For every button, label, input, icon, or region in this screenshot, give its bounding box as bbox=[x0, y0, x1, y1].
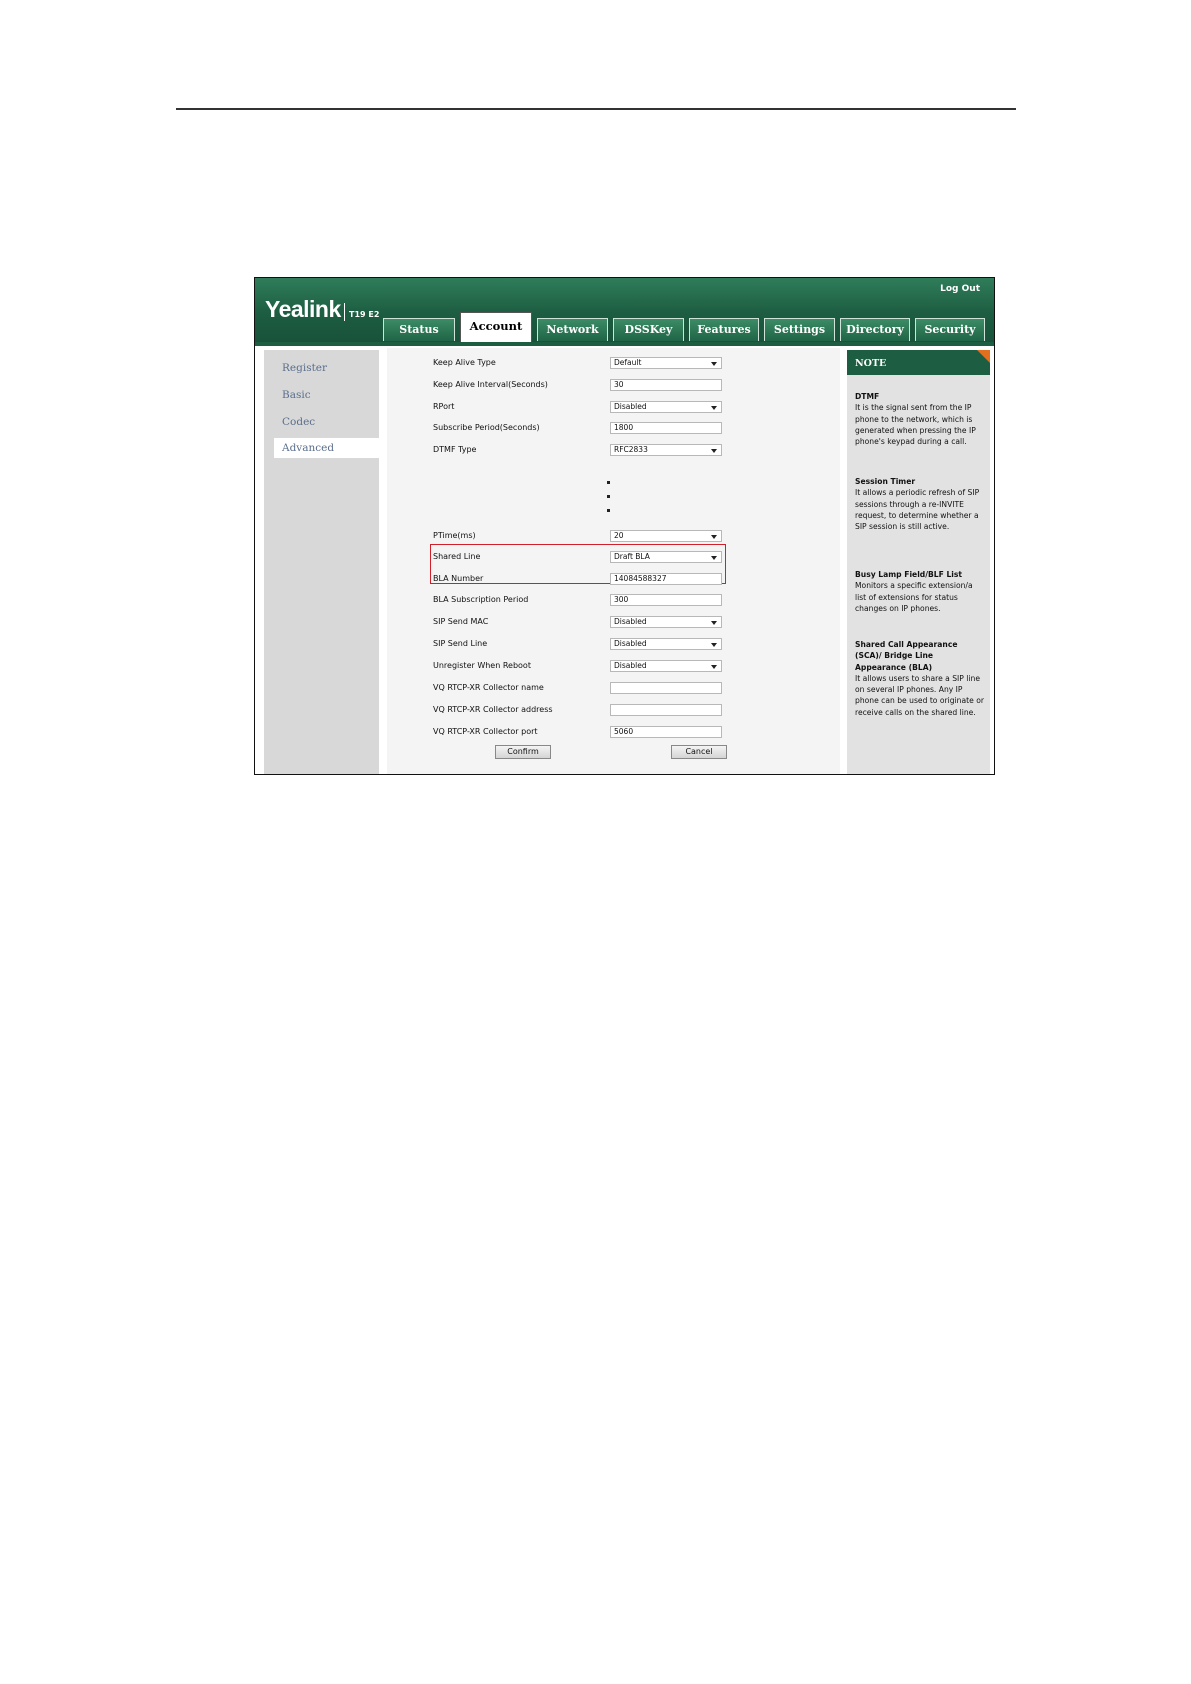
label-shared-line: Shared Line bbox=[433, 552, 481, 561]
bla-subscription-period-input[interactable]: 300 bbox=[610, 594, 722, 606]
vq-collector-address-input[interactable] bbox=[610, 704, 722, 716]
yealink-logo: Yealink bbox=[265, 296, 341, 322]
note-title: Session Timer bbox=[855, 477, 916, 486]
cancel-button[interactable]: Cancel bbox=[671, 745, 727, 759]
sidebar-item-basic[interactable]: Basic bbox=[282, 389, 311, 401]
label-sip-send-mac: SIP Send MAC bbox=[433, 617, 489, 626]
tab-features[interactable]: Features bbox=[689, 318, 759, 341]
logo-separator bbox=[344, 303, 345, 321]
tab-account[interactable]: Account bbox=[460, 312, 532, 343]
ellipsis-dot bbox=[607, 481, 610, 484]
unregister-when-reboot-select[interactable]: Disabled bbox=[610, 660, 722, 672]
note-header: NOTE bbox=[847, 350, 990, 375]
vq-collector-name-input[interactable] bbox=[610, 682, 722, 694]
note-panel: NOTE DTMF It is the signal sent from the… bbox=[847, 350, 990, 774]
label-rport: RPort bbox=[433, 402, 455, 411]
note-title: Shared Call Appearance (SCA)/ Bridge Lin… bbox=[855, 640, 958, 672]
tab-status[interactable]: Status bbox=[383, 318, 455, 341]
ellipsis-dot bbox=[607, 509, 610, 512]
ptime-select[interactable]: 20 bbox=[610, 530, 722, 542]
sidebar: Register Basic Codec Advanced bbox=[264, 350, 384, 774]
note-text: It allows users to share a SIP line on s… bbox=[855, 673, 984, 717]
vq-collector-port-input[interactable]: 5060 bbox=[610, 726, 722, 738]
shared-line-select[interactable]: Draft BLA bbox=[610, 551, 722, 563]
label-bla-number: BLA Number bbox=[433, 574, 484, 583]
sip-send-mac-select[interactable]: Disabled bbox=[610, 616, 722, 628]
tab-directory[interactable]: Directory bbox=[840, 318, 910, 341]
note-text: It allows a periodic refresh of SIP sess… bbox=[855, 488, 980, 532]
tab-settings[interactable]: Settings bbox=[764, 318, 835, 341]
sidebar-item-advanced[interactable]: Advanced bbox=[274, 438, 384, 458]
label-unregister-when-reboot: Unregister When Reboot bbox=[433, 661, 531, 670]
header-underline bbox=[255, 342, 994, 346]
note-text: It is the signal sent from the IP phone … bbox=[855, 403, 976, 447]
label-keep-alive-type: Keep Alive Type bbox=[433, 358, 496, 367]
page-rule bbox=[176, 108, 1016, 110]
keep-alive-interval-input[interactable]: 30 bbox=[610, 379, 722, 391]
bla-number-input[interactable]: 14084588327 bbox=[610, 573, 722, 585]
ellipsis-dot bbox=[607, 495, 610, 498]
tab-network[interactable]: Network bbox=[537, 318, 608, 341]
tab-dsskey[interactable]: DSSKey bbox=[613, 318, 684, 341]
keep-alive-type-select[interactable]: Default bbox=[610, 357, 722, 369]
model-label: T19 E2 bbox=[349, 310, 380, 319]
browser-screenshot-frame: Yealink T19 E2 Log Out Status Account Ne… bbox=[254, 277, 995, 775]
tab-security[interactable]: Security bbox=[915, 318, 985, 341]
sidebar-item-codec[interactable]: Codec bbox=[282, 416, 315, 428]
note-dtmf: DTMF It is the signal sent from the IP p… bbox=[855, 391, 985, 447]
subscribe-period-input[interactable]: 1800 bbox=[610, 422, 722, 434]
note-text: Monitors a specific extension/a list of … bbox=[855, 581, 973, 613]
note-sca-bla: Shared Call Appearance (SCA)/ Bridge Lin… bbox=[855, 639, 985, 718]
logout-link[interactable]: Log Out bbox=[940, 284, 980, 294]
label-keep-alive-interval: Keep Alive Interval(Seconds) bbox=[433, 380, 548, 389]
rport-select[interactable]: Disabled bbox=[610, 401, 722, 413]
note-title: Busy Lamp Field/BLF List bbox=[855, 570, 963, 579]
note-corner-icon bbox=[977, 350, 990, 363]
label-ptime: PTime(ms) bbox=[433, 531, 476, 540]
confirm-button[interactable]: Confirm bbox=[495, 745, 551, 759]
label-vq-collector-name: VQ RTCP-XR Collector name bbox=[433, 683, 544, 692]
top-header: Yealink T19 E2 Log Out Status Account Ne… bbox=[255, 278, 994, 343]
label-vq-collector-address: VQ RTCP-XR Collector address bbox=[433, 705, 553, 714]
label-bla-subscription-period: BLA Subscription Period bbox=[433, 595, 529, 604]
dtmf-type-select[interactable]: RFC2833 bbox=[610, 444, 722, 456]
note-title: DTMF bbox=[855, 392, 880, 401]
note-blf: Busy Lamp Field/BLF List Monitors a spec… bbox=[855, 569, 985, 614]
label-subscribe-period: Subscribe Period(Seconds) bbox=[433, 423, 540, 432]
sidebar-item-register[interactable]: Register bbox=[282, 362, 327, 374]
sip-send-line-select[interactable]: Disabled bbox=[610, 638, 722, 650]
note-session-timer: Session Timer It allows a periodic refre… bbox=[855, 476, 985, 532]
label-vq-collector-port: VQ RTCP-XR Collector port bbox=[433, 727, 538, 736]
label-dtmf-type: DTMF Type bbox=[433, 445, 477, 454]
label-sip-send-line: SIP Send Line bbox=[433, 639, 488, 648]
